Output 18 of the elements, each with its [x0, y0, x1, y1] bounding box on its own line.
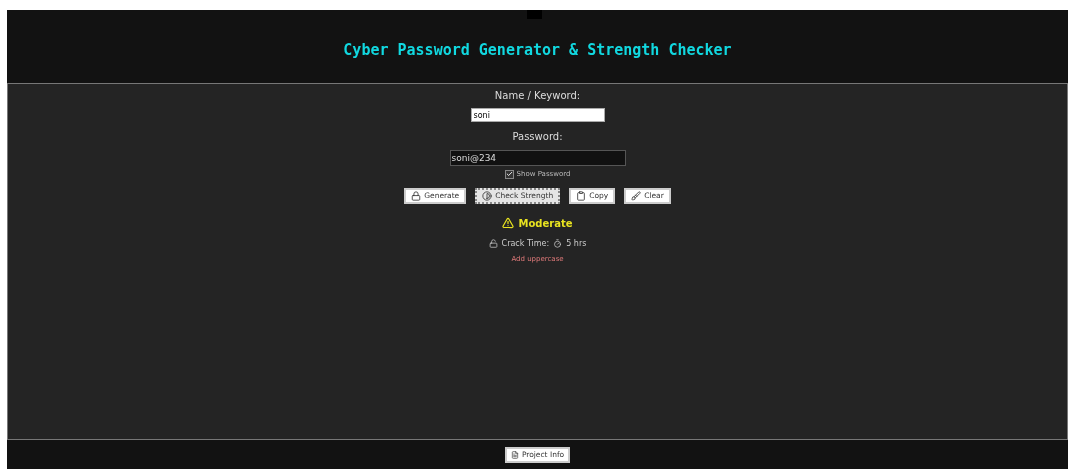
app-title: Cyber Password Generator & Strength Checker	[343, 39, 732, 61]
brush-icon	[631, 190, 642, 201]
show-password-checkbox[interactable]	[504, 169, 514, 179]
name-field[interactable]: soni	[470, 108, 605, 122]
lock-icon	[411, 190, 422, 201]
window-notch	[527, 10, 542, 19]
password-field[interactable]: soni@234	[449, 150, 626, 166]
warning-icon	[502, 217, 515, 229]
unlock-icon	[488, 239, 498, 248]
crack-time-label: Crack Time:	[501, 237, 550, 250]
half-circle-icon	[482, 190, 493, 201]
document-icon	[510, 450, 519, 459]
clipboard-icon	[576, 190, 587, 201]
crack-time-value: 5 hrs	[566, 237, 587, 250]
strength-rating: Moderate	[518, 216, 573, 231]
password-label: Password:	[512, 130, 563, 144]
name-label: Name / Keyword:	[494, 89, 581, 103]
timer-icon	[553, 239, 563, 248]
